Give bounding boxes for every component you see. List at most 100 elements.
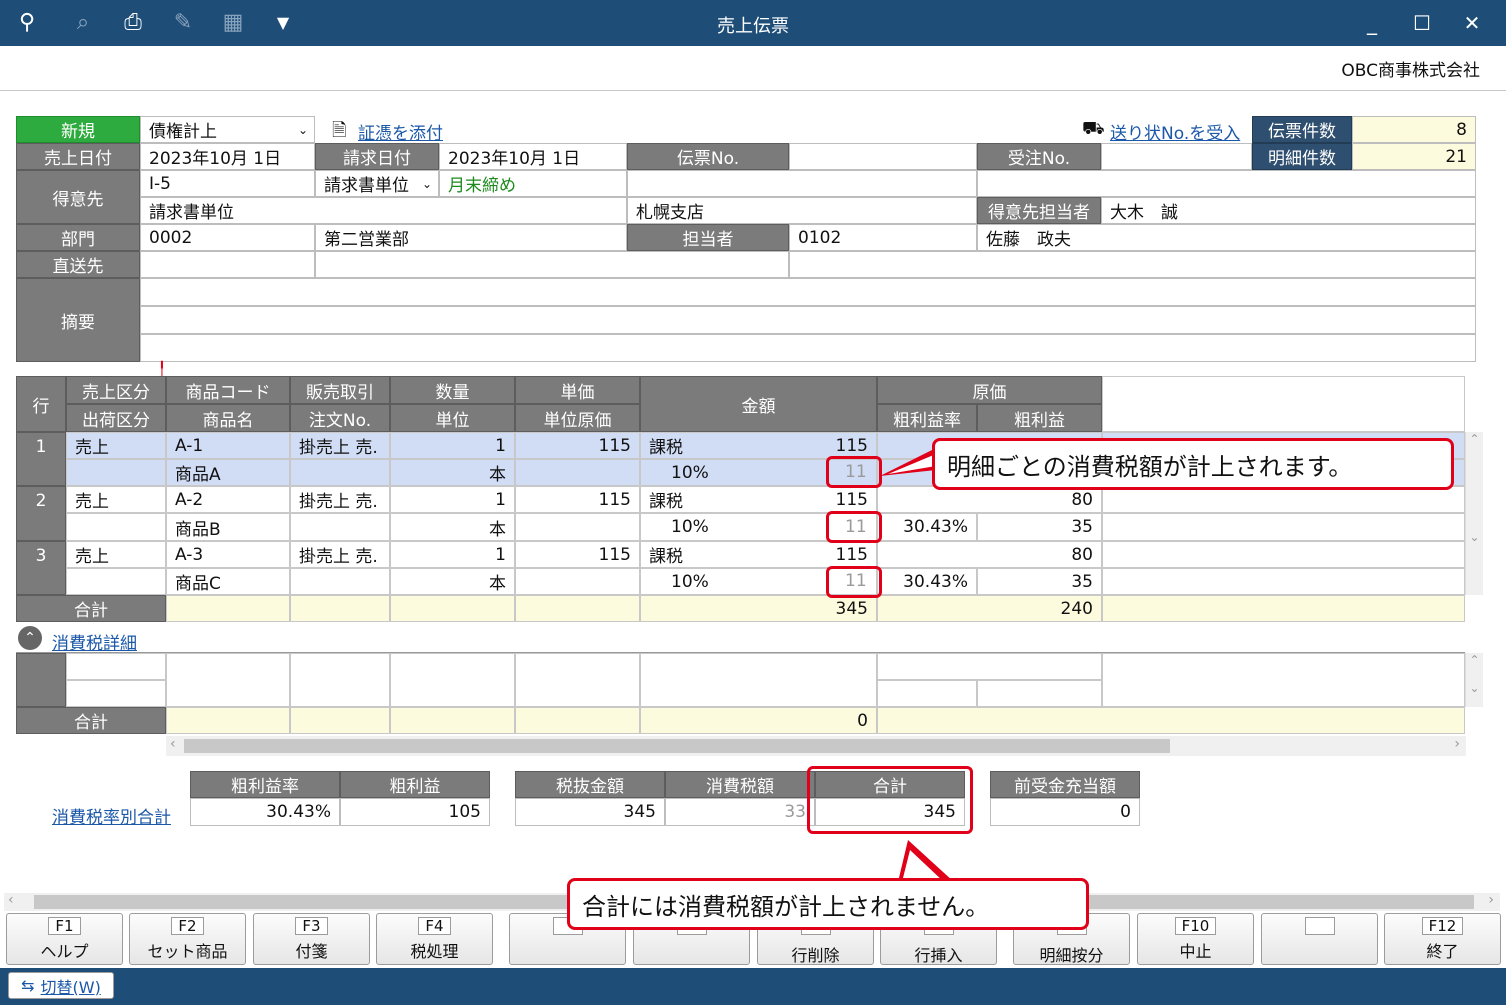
cell-sales-trade[interactable]: 掛売上 売. — [290, 541, 390, 568]
cell-unit-cost[interactable] — [515, 568, 640, 595]
row-number: 3 — [16, 541, 66, 595]
summary-line-3[interactable] — [140, 334, 1476, 362]
f2-button[interactable]: F2 セット商品 — [129, 913, 246, 965]
type-select[interactable]: 債権計上 ⌄ — [140, 116, 315, 143]
f11-button[interactable] — [1261, 913, 1378, 965]
direct-ship-extra-field[interactable] — [789, 251, 1476, 278]
billing-date-field[interactable]: 2023年10月 1日 — [439, 143, 627, 170]
cell-sales-type[interactable]: 売上 — [66, 541, 166, 568]
cell-unit[interactable]: 本 — [390, 513, 515, 541]
attach-evidence-link[interactable]: 証憑を添付 — [358, 119, 443, 144]
customer-code-field[interactable]: I-5 — [140, 170, 315, 197]
customer-name-field[interactable]: 請求書単位 — [140, 197, 627, 224]
total-cell — [515, 595, 640, 622]
cell-margin: 35 — [977, 513, 1102, 541]
order-no-field[interactable] — [1101, 143, 1252, 170]
direct-ship-name-field[interactable] — [315, 251, 789, 278]
f10-button[interactable]: F10 中止 — [1137, 913, 1254, 965]
cell-order-no[interactable] — [290, 568, 390, 595]
scroll-right-icon[interactable]: › — [1488, 892, 1494, 908]
cell-qty[interactable]: 1 — [390, 486, 515, 513]
direct-ship-label: 直送先 — [16, 251, 140, 278]
sales-date-field[interactable]: 2023年10月 1日 — [140, 143, 315, 170]
cell-cost[interactable]: 80 — [877, 541, 1102, 568]
tax-detail-cell[interactable] — [877, 680, 977, 707]
staff-code-field[interactable]: 0102 — [789, 224, 977, 251]
cell-price[interactable]: 115 — [515, 432, 640, 459]
summary-line-1[interactable] — [140, 278, 1476, 306]
cell-ship-type[interactable] — [66, 513, 166, 541]
tax-detail-cell[interactable] — [877, 653, 1102, 680]
tax-type: 課税 — [649, 492, 683, 512]
tax-detail-cell[interactable] — [66, 680, 166, 707]
grid-scrollbar[interactable]: ⌃ ⌄ — [1465, 432, 1483, 595]
col-sales-trade: 販売取引 — [290, 376, 390, 404]
cell-item-name[interactable]: 商品A — [166, 459, 290, 486]
billing-unit-select[interactable]: 請求書単位 ⌄ — [315, 170, 439, 197]
tax-detail-cell[interactable] — [977, 680, 1102, 707]
cell-order-no[interactable] — [290, 459, 390, 486]
cell-amount[interactable]: 課税 115 — [640, 486, 877, 513]
cell-qty[interactable]: 1 — [390, 432, 515, 459]
customer-rep-field[interactable]: 大木 誠 — [1101, 197, 1476, 224]
tax-detail-cell[interactable] — [515, 653, 640, 707]
cell-amount[interactable]: 課税 115 — [640, 432, 877, 459]
f3-button[interactable]: F3 付箋 — [253, 913, 370, 965]
cell-cost[interactable]: 80 — [877, 486, 1102, 513]
tax-rate-total-link[interactable]: 消費税率別合計 — [52, 803, 171, 828]
cell-sales-type[interactable]: 売上 — [66, 486, 166, 513]
cell-amount[interactable]: 課税 115 — [640, 541, 877, 568]
col-item-name: 商品名 — [166, 404, 290, 432]
tax-detail-scrollbar[interactable]: ⌃ ⌄ — [1465, 653, 1483, 707]
sales-date-label: 売上日付 — [16, 143, 140, 170]
cell-sales-type[interactable]: 売上 — [66, 432, 166, 459]
tax-detail-cell[interactable] — [1102, 653, 1465, 707]
cell-item-name[interactable]: 商品C — [166, 568, 290, 595]
scroll-right-icon[interactable]: › — [1454, 736, 1460, 752]
scroll-left-icon[interactable]: ‹ — [170, 736, 176, 752]
slip-no-field[interactable] — [789, 143, 977, 170]
total-cell — [390, 707, 515, 734]
maximize-button[interactable]: ☐ — [1402, 8, 1442, 38]
cell-sales-trade[interactable]: 掛売上 売. — [290, 432, 390, 459]
tax-detail-cell[interactable] — [166, 653, 290, 707]
tax-detail-cell[interactable] — [290, 653, 390, 707]
cell-sales-trade[interactable]: 掛売上 売. — [290, 486, 390, 513]
dept-code-field[interactable]: 0002 — [140, 224, 315, 251]
tax-detail-cell[interactable] — [640, 653, 877, 707]
minimize-button[interactable]: _ — [1352, 8, 1392, 38]
cell-unit-cost[interactable] — [515, 459, 640, 486]
f12-button[interactable]: F12 終了 — [1384, 913, 1501, 965]
summary-margin: 105 — [340, 798, 490, 826]
cell-order-no[interactable] — [290, 513, 390, 541]
tax-type: 課税 — [649, 547, 683, 567]
cell-item-code[interactable]: A-1 — [166, 432, 290, 459]
f1-button[interactable]: F1 ヘルプ — [6, 913, 123, 965]
tax-detail-cell[interactable] — [390, 653, 515, 707]
cell-unit[interactable]: 本 — [390, 568, 515, 595]
collapse-icon[interactable]: ⌃ — [18, 626, 42, 650]
tax-detail-cell[interactable] — [66, 653, 166, 680]
cell-item-code[interactable]: A-3 — [166, 541, 290, 568]
cell-unit-cost[interactable] — [515, 513, 640, 541]
cell-ship-type[interactable] — [66, 568, 166, 595]
switch-button[interactable]: ⇆ 切替(W) — [8, 972, 114, 999]
f11-key — [1304, 917, 1335, 935]
cell-price[interactable]: 115 — [515, 541, 640, 568]
cell-item-name[interactable]: 商品B — [166, 513, 290, 541]
cell-ship-type[interactable] — [66, 459, 166, 486]
horizontal-scrollbar[interactable]: ‹ › — [166, 736, 1466, 756]
cell-price[interactable]: 115 — [515, 486, 640, 513]
f4-button[interactable]: F4 税処理 — [376, 913, 493, 965]
scroll-thumb[interactable] — [184, 739, 1170, 753]
cell-qty[interactable]: 1 — [390, 541, 515, 568]
col-margin-rate: 粗利益率 — [877, 404, 977, 432]
tax-detail-link[interactable]: 消費税詳細 — [52, 629, 137, 654]
receive-invoice-link[interactable]: 送り状No.を受入 — [1110, 119, 1240, 144]
scroll-left-icon[interactable]: ‹ — [8, 892, 14, 908]
direct-ship-code-field[interactable] — [140, 251, 315, 278]
cell-unit[interactable]: 本 — [390, 459, 515, 486]
summary-line-2[interactable] — [140, 306, 1476, 334]
cell-item-code[interactable]: A-2 — [166, 486, 290, 513]
close-button[interactable]: ✕ — [1452, 8, 1492, 38]
